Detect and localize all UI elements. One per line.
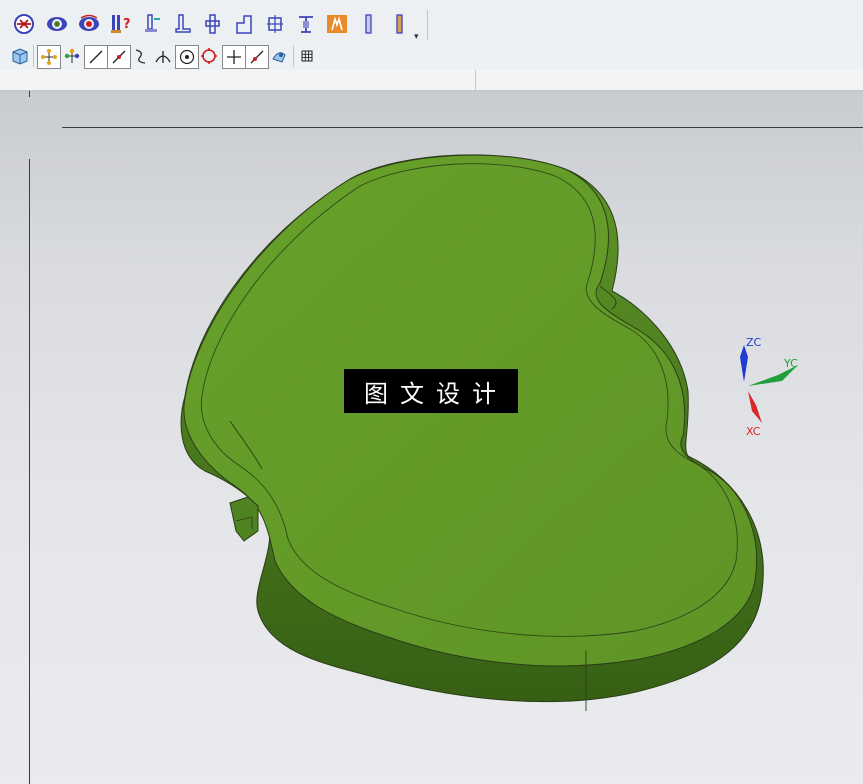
wcs-triad: ZC YC XC [730, 331, 810, 441]
line-mid-icon[interactable] [107, 45, 131, 69]
selection-bar-separator [475, 70, 476, 90]
color-block-icon[interactable] [324, 11, 350, 37]
xc-axis-label: XC [746, 425, 761, 438]
section-plane-icon[interactable] [11, 11, 37, 37]
bar-tool-icon[interactable] [355, 11, 381, 37]
snap-vertices-icon[interactable] [37, 45, 61, 69]
post-tool-icon[interactable] [293, 11, 319, 37]
watermark-label: 图文设计 [344, 369, 518, 413]
intersection-icon[interactable] [152, 45, 174, 67]
crosshair-icon[interactable] [222, 45, 246, 69]
xc-axis-arrow [748, 391, 762, 423]
toolbar-separator [33, 45, 34, 67]
slot-tool-icon[interactable] [170, 11, 196, 37]
svg-text:?: ? [123, 17, 131, 32]
quadrant-icon[interactable] [198, 45, 220, 67]
toolbar-more-icon[interactable]: ▾ [414, 32, 419, 42]
toolbar-separator [293, 45, 294, 67]
grid-icon[interactable] [296, 45, 318, 67]
step-tool-icon[interactable] [231, 11, 257, 37]
snap-move-icon[interactable] [61, 45, 83, 67]
bar2-tool-icon[interactable] [386, 11, 412, 37]
yc-axis-label: YC [784, 357, 798, 370]
bolt-tool-icon[interactable] [200, 11, 226, 37]
eye-rotate-icon[interactable] [76, 11, 102, 37]
cube-icon[interactable] [9, 45, 31, 67]
zc-axis-label: ZC [746, 336, 762, 349]
toolbar-separator [427, 10, 428, 40]
eye-target-icon[interactable] [44, 11, 70, 37]
line-end-icon[interactable] [84, 45, 108, 69]
pins-question-icon[interactable]: ? [108, 11, 134, 37]
gear-tool-icon[interactable] [262, 11, 288, 37]
curve-icon[interactable] [130, 45, 152, 67]
toolbar-row-2 [0, 42, 863, 71]
arc-center-icon[interactable] [175, 45, 199, 69]
zc-axis-arrow [740, 345, 748, 382]
graphics-viewport[interactable]: 图文设计 ZC YC XC [0, 91, 863, 784]
toolbar-row-1: ? ▾ [0, 8, 863, 43]
point-on-face-icon[interactable] [245, 45, 269, 69]
pin-tool-icon[interactable] [139, 11, 165, 37]
selection-bar [0, 70, 863, 91]
bounded-grid-icon[interactable] [268, 45, 290, 67]
